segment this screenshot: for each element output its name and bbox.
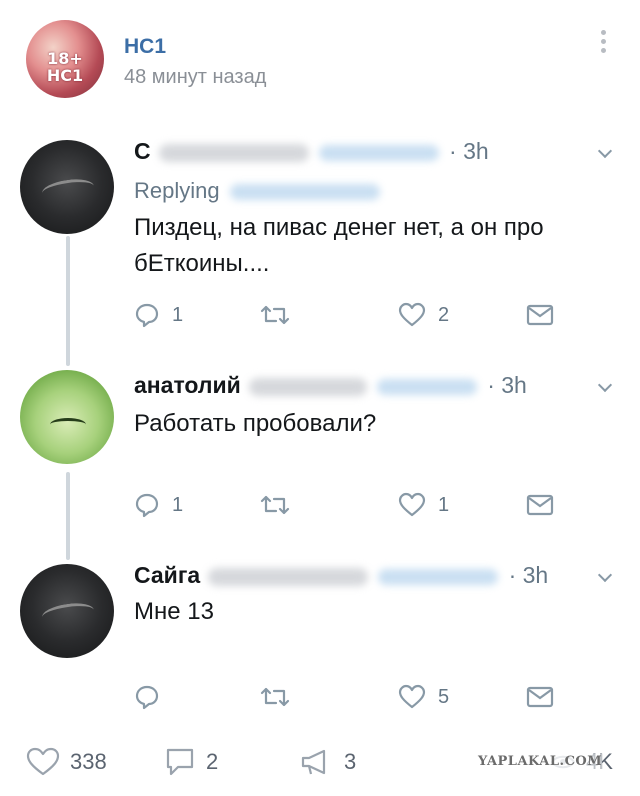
thread-line bbox=[66, 472, 70, 560]
reply-button[interactable] bbox=[134, 682, 172, 712]
chevron-down-icon[interactable] bbox=[598, 570, 612, 584]
vertical-dots-icon[interactable] bbox=[598, 30, 608, 60]
comment-icon bbox=[164, 747, 196, 777]
reply-count: 1 bbox=[172, 303, 184, 326]
retweet-icon bbox=[260, 685, 290, 709]
replying-to: Replying bbox=[134, 178, 380, 204]
chevron-down-icon[interactable] bbox=[598, 146, 612, 160]
post-like-count: 338 bbox=[70, 749, 107, 774]
envelope-icon bbox=[526, 494, 554, 516]
tweet-text: Мне 13 bbox=[134, 598, 214, 625]
tweet-author-name[interactable]: анатолий bbox=[134, 372, 241, 398]
retweet-button[interactable] bbox=[260, 300, 302, 330]
tweet-text: Работать пробовали? bbox=[134, 410, 377, 437]
avatar[interactable] bbox=[20, 370, 114, 464]
envelope-icon bbox=[526, 686, 554, 708]
reply-count: 1 bbox=[172, 493, 184, 516]
post-header: 18+ НС1 НС1 48 минут назад bbox=[0, 0, 640, 115]
tweet-time: · 3h bbox=[508, 562, 549, 588]
tweet-header: С · 3h bbox=[134, 138, 489, 165]
heart-icon bbox=[398, 684, 426, 710]
speech-bubble-icon bbox=[134, 684, 160, 710]
like-count: 5 bbox=[438, 685, 450, 708]
blurred-handle bbox=[376, 378, 477, 395]
blurred-handle bbox=[318, 144, 439, 161]
tweet-actions: 1 1 bbox=[134, 490, 574, 520]
heart-icon bbox=[398, 302, 426, 328]
like-count: 2 bbox=[438, 303, 450, 326]
blurred-name bbox=[158, 143, 309, 162]
reply-button[interactable]: 1 bbox=[134, 300, 183, 330]
group-avatar-text: 18+ НС1 bbox=[46, 49, 84, 85]
retweet-button[interactable] bbox=[260, 490, 302, 520]
tweet-text: Пиздец, на пивас денег нет, а он про бЕт… bbox=[134, 214, 544, 277]
envelope-icon bbox=[526, 304, 554, 326]
watermark: YAPLAKAL.COM bbox=[478, 754, 603, 769]
dm-button[interactable] bbox=[526, 490, 554, 520]
post-comment-count: 2 bbox=[206, 749, 219, 774]
dm-button[interactable] bbox=[526, 300, 554, 330]
retweet-button[interactable] bbox=[260, 682, 302, 712]
dm-button[interactable] bbox=[526, 682, 554, 712]
retweet-icon bbox=[260, 303, 290, 327]
post-comment-button[interactable]: 2 bbox=[164, 740, 218, 784]
group-avatar[interactable]: 18+ НС1 bbox=[26, 20, 104, 98]
megaphone-icon bbox=[300, 747, 334, 777]
retweet-icon bbox=[260, 493, 290, 517]
chevron-down-icon[interactable] bbox=[598, 380, 612, 394]
post-time: 48 минут назад bbox=[124, 66, 267, 88]
tweet-header: анатолий · 3h bbox=[134, 372, 527, 399]
tweet-time: · 3h bbox=[449, 138, 489, 164]
tweet-actions: 1 2 bbox=[134, 300, 574, 330]
post-share-button[interactable]: 3 bbox=[300, 740, 356, 784]
like-count: 1 bbox=[438, 493, 450, 516]
like-button[interactable]: 5 bbox=[398, 682, 449, 712]
speech-bubble-icon bbox=[134, 302, 160, 328]
post-share-count: 3 bbox=[344, 749, 357, 774]
blurred-name bbox=[208, 567, 369, 586]
speech-bubble-icon bbox=[134, 492, 160, 518]
reply-button[interactable]: 1 bbox=[134, 490, 183, 520]
replying-label: Replying bbox=[134, 178, 220, 203]
avatar[interactable] bbox=[20, 564, 114, 658]
heart-icon bbox=[398, 492, 426, 518]
tweet-author-name[interactable]: Сайга bbox=[134, 562, 200, 588]
blurred-handle bbox=[378, 568, 499, 585]
tweet-actions: 5 bbox=[134, 682, 574, 712]
thread-line bbox=[66, 236, 70, 366]
tweet-header: Сайга · 3h bbox=[134, 562, 548, 589]
avatar[interactable] bbox=[20, 140, 114, 234]
blurred-handle[interactable] bbox=[229, 184, 380, 201]
heart-icon bbox=[26, 747, 60, 777]
group-name[interactable]: НС1 bbox=[124, 35, 166, 59]
blurred-name bbox=[248, 377, 367, 396]
like-button[interactable]: 1 bbox=[398, 490, 449, 520]
post-like-button[interactable]: 338 bbox=[26, 740, 107, 784]
like-button[interactable]: 2 bbox=[398, 300, 449, 330]
tweet-time: · 3h bbox=[487, 372, 527, 398]
tweet-author-name[interactable]: С bbox=[134, 138, 151, 164]
